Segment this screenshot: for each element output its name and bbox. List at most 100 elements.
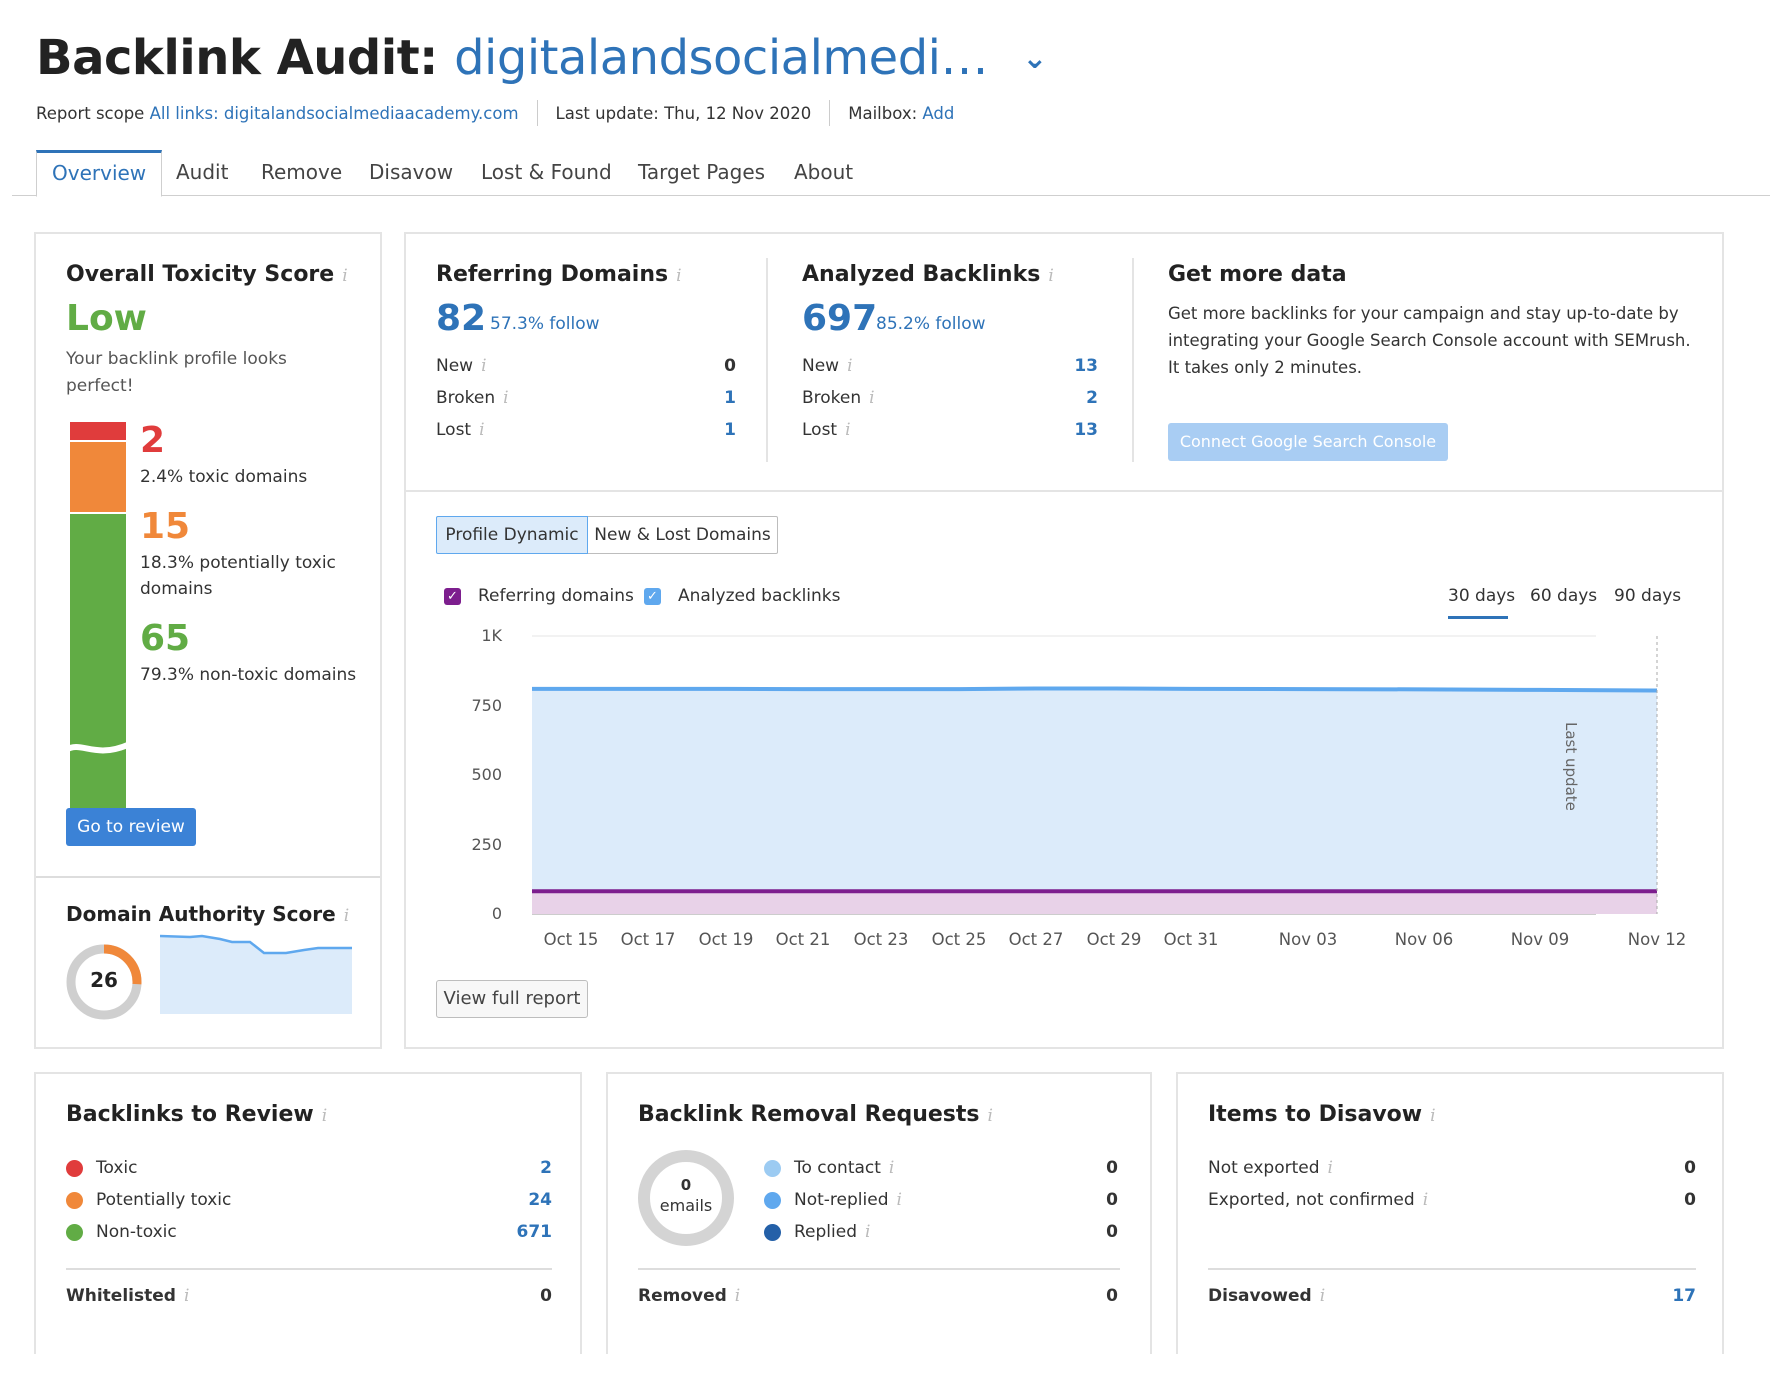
authority-title: Domain Authority Score i	[66, 902, 350, 926]
card-divider	[1208, 1268, 1696, 1270]
removal-to-contact-value: 0	[1106, 1158, 1118, 1178]
disavowed-value[interactable]: 17	[1636, 1286, 1696, 1306]
report-scope-link[interactable]: All links: digitalandsocialmediaacademy.…	[150, 104, 519, 123]
info-icon[interactable]: i	[865, 1222, 870, 1242]
report-meta: Report scope All links: digitalandsocial…	[36, 100, 954, 126]
tab-audit[interactable]: Audit	[176, 150, 228, 196]
info-icon[interactable]: i	[1423, 1190, 1428, 1210]
removal-to-contact-label: To contact i	[794, 1158, 895, 1178]
page-title: Backlink Audit: digitalandsocialmedi… ⌄	[36, 30, 1047, 86]
review-toxic-value[interactable]: 2	[492, 1158, 552, 1178]
not-replied-dot	[764, 1192, 781, 1209]
tab-lost-found[interactable]: Lost & Found	[481, 150, 612, 196]
x-tick-label: Oct 17	[620, 930, 676, 949]
mailbox-add-link[interactable]: Add	[922, 104, 954, 123]
nontoxic-description: 79.3% non-toxic domains	[140, 665, 357, 685]
toxic-dot	[66, 1160, 83, 1177]
info-icon[interactable]: i	[889, 1158, 894, 1178]
toxic-count: 2	[140, 420, 166, 461]
x-tick-label: Oct 15	[543, 930, 599, 949]
info-icon[interactable]: i	[184, 1286, 189, 1306]
tab-target-pages[interactable]: Target Pages	[638, 150, 765, 196]
x-tick-label: Nov 09	[1510, 930, 1570, 949]
potential-bar-segment	[70, 442, 126, 512]
not-exported-label: Not exported i	[1208, 1158, 1333, 1178]
chevron-down-icon[interactable]: ⌄	[1022, 41, 1047, 76]
potential-description: 18.3% potentially toxic domains	[140, 553, 336, 599]
bar-break-icon	[64, 741, 132, 754]
project-domain[interactable]: digitalandsocialmedi…	[454, 30, 988, 86]
whitelisted-label: Whitelisted i	[66, 1286, 190, 1306]
report-scope-label: Report scope	[36, 103, 145, 123]
review-nontoxic-label: Non-toxic	[96, 1222, 177, 1242]
card-divider	[66, 1268, 552, 1270]
x-tick-label: Oct 29	[1086, 930, 1142, 949]
potentially-toxic-dot	[66, 1192, 83, 1209]
info-icon[interactable]: i	[896, 1190, 901, 1210]
removal-replied-label: Replied i	[794, 1222, 871, 1242]
toxicity-card: Overall Toxicity Score i Low Your backlin…	[34, 232, 382, 1049]
x-tick-label: Nov 12	[1627, 930, 1687, 949]
potential-count: 15	[140, 506, 191, 547]
items-to-disavow-card: Items to Disavow i Not exported i 0 Export…	[1176, 1072, 1724, 1354]
nontoxic-bar-segment	[70, 514, 126, 814]
info-icon[interactable]: i	[344, 906, 349, 926]
info-icon[interactable]: i	[1430, 1106, 1435, 1126]
whitelisted-value: 0	[540, 1286, 552, 1306]
items-to-disavow-title: Items to Disavow i	[1208, 1102, 1436, 1127]
removal-requests-title: Backlink Removal Requests i	[638, 1102, 993, 1127]
last-update: Last update: Thu, 12 Nov 2020	[555, 103, 812, 123]
series-line-0	[532, 686, 1658, 693]
info-icon[interactable]: i	[988, 1106, 993, 1126]
info-icon[interactable]: i	[1320, 1286, 1325, 1306]
x-tick-label: Nov 06	[1394, 930, 1454, 949]
removal-requests-card: Backlink Removal Requests i 0 emails To c…	[606, 1072, 1152, 1354]
x-tick-label: Oct 21	[775, 930, 831, 949]
info-icon[interactable]: i	[322, 1106, 327, 1126]
x-tick-label: Oct 31	[1163, 930, 1219, 949]
emails-label: emails	[659, 1196, 713, 1215]
emails-count: 0	[680, 1176, 692, 1194]
review-nontoxic-value[interactable]: 671	[492, 1222, 553, 1242]
toxic-description: 2.4% toxic domains	[140, 467, 308, 487]
overview-card: Referring Domains i 82 57.3% follow New i …	[404, 232, 1724, 1049]
authority-sparkline	[160, 934, 352, 1014]
mailbox-label: Mailbox:	[848, 103, 918, 123]
info-icon[interactable]: i	[342, 266, 347, 286]
removed-value: 0	[1106, 1286, 1118, 1306]
authority-score: 26	[90, 968, 118, 992]
nontoxic-count: 65	[140, 618, 191, 659]
page-title-prefix: Backlink Audit:	[36, 30, 438, 86]
tab-about[interactable]: About	[794, 150, 853, 196]
exported-not-confirmed-value: 0	[1684, 1190, 1696, 1210]
removal-not-replied-label: Not-replied i	[794, 1190, 902, 1210]
review-potential-value[interactable]: 24	[492, 1190, 552, 1210]
removed-label: Removed i	[638, 1286, 741, 1306]
info-icon[interactable]: i	[735, 1286, 740, 1306]
backlinks-to-review-title: Backlinks to Review i	[66, 1102, 328, 1127]
replied-dot	[764, 1224, 781, 1241]
toxicity-level: Low	[66, 298, 147, 339]
meta-divider	[829, 100, 831, 126]
series-area-1	[532, 891, 1657, 914]
toxicity-title: Overall Toxicity Score i	[66, 262, 348, 287]
tab-overview[interactable]: Overview	[36, 150, 163, 197]
x-tick-label: Nov 03	[1278, 930, 1338, 949]
last-update-marker: Last update	[1560, 722, 1580, 811]
card-divider	[36, 876, 380, 878]
review-potential-label: Potentially toxic	[96, 1190, 232, 1210]
tab-remove[interactable]: Remove	[261, 150, 342, 196]
tab-disavow[interactable]: Disavow	[369, 150, 453, 196]
view-full-report-button[interactable]: View full report	[436, 980, 588, 1018]
series-area-0	[532, 688, 1657, 914]
toxic-bar-segment	[70, 422, 126, 440]
go-to-review-button[interactable]: Go to review	[66, 808, 196, 846]
non-toxic-dot	[66, 1224, 83, 1241]
review-toxic-label: Toxic	[96, 1158, 138, 1178]
toxicity-description: Your backlink profile looks perfect!	[66, 349, 287, 396]
removal-not-replied-value: 0	[1106, 1190, 1118, 1210]
exported-not-confirmed-label: Exported, not confirmed i	[1208, 1190, 1429, 1210]
main-tabs: Overview Audit Remove Disavow Lost & Fou…	[12, 150, 1770, 197]
info-icon[interactable]: i	[1328, 1158, 1333, 1178]
profile-dynamic-chart	[532, 635, 1658, 915]
